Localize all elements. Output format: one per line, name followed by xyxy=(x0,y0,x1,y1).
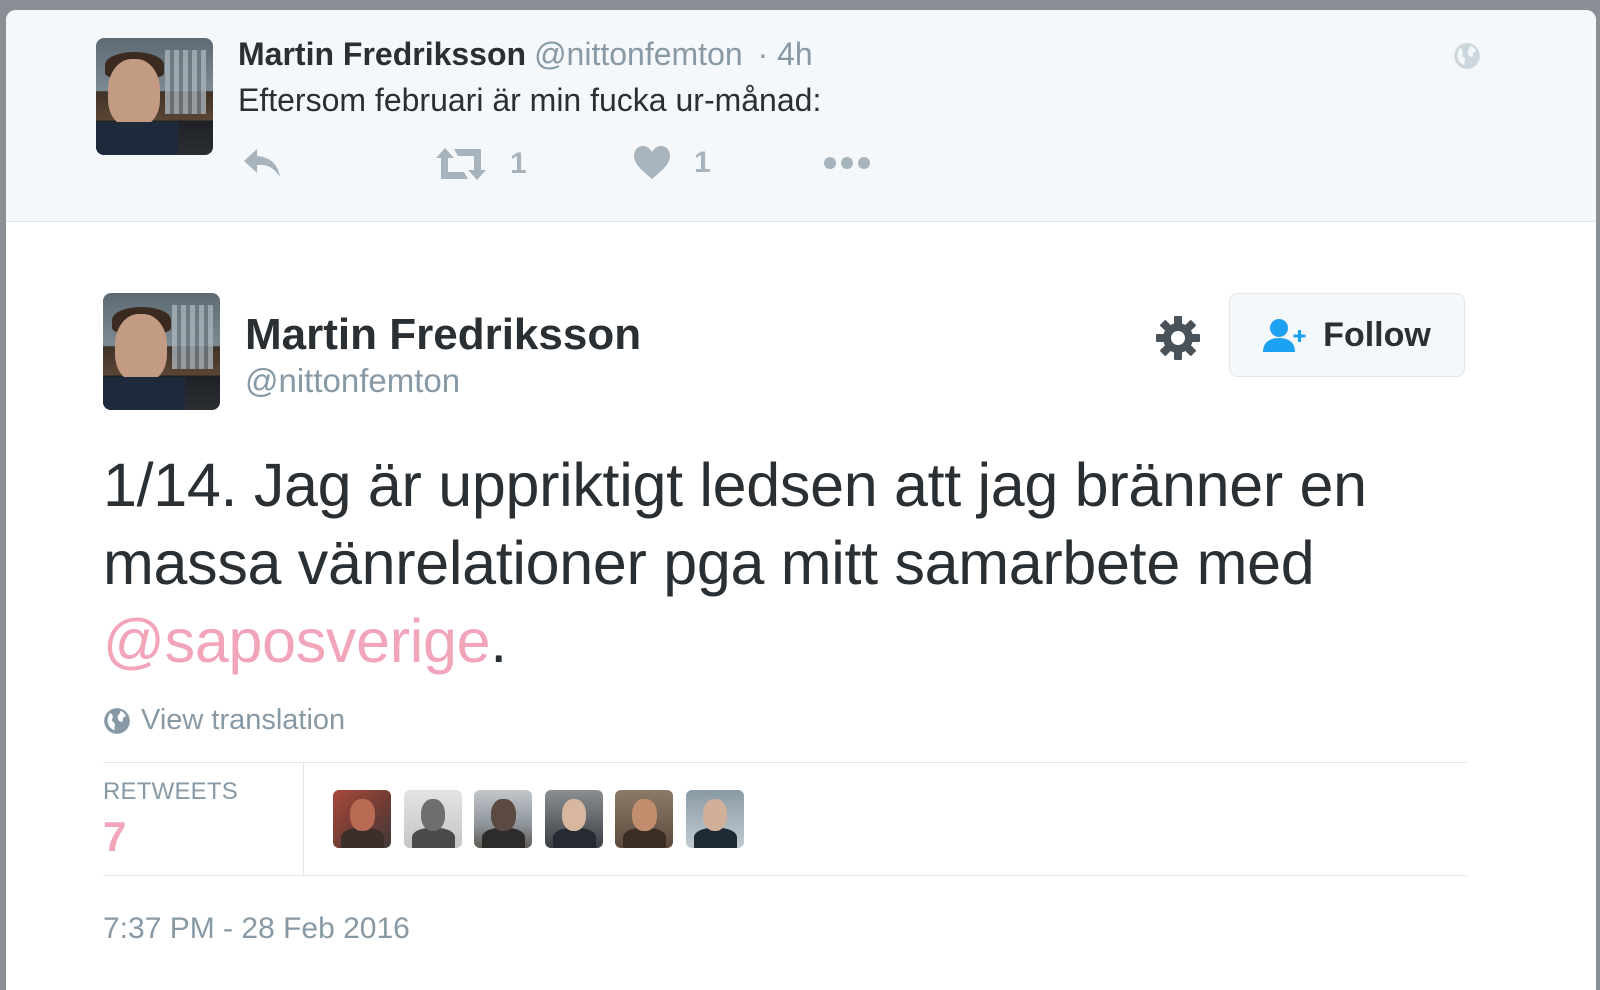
author-name[interactable]: Martin Fredriksson xyxy=(245,310,641,360)
previous-tweet-text: Eftersom februari är min fucka ur-månad: xyxy=(238,82,822,118)
retweeter-avatar[interactable] xyxy=(333,790,391,848)
globe-icon xyxy=(1454,43,1480,69)
retweet-icon xyxy=(436,148,486,180)
tweet-punctuation: . xyxy=(490,607,507,675)
globe-icon xyxy=(104,707,130,734)
tweet-text: 1/14. Jag är uppriktigt ledsen att jag b… xyxy=(103,446,1483,680)
follow-button[interactable]: Follow xyxy=(1229,293,1465,377)
more-button[interactable] xyxy=(823,156,871,170)
add-user-icon xyxy=(1263,319,1306,352)
reply-button[interactable] xyxy=(242,146,282,180)
tweet-window: Martin Fredriksson @nittonfemton · 4h Eft… xyxy=(6,10,1596,990)
author-handle[interactable]: @nittonfemton xyxy=(245,362,460,400)
like-count: 1 xyxy=(694,146,711,179)
view-translation-link[interactable]: View translation xyxy=(103,704,345,737)
more-dots-icon xyxy=(824,157,870,169)
view-translation-label: View translation xyxy=(141,704,346,736)
author-handle[interactable]: @nittonfemton xyxy=(534,36,743,72)
retweeter-avatar[interactable] xyxy=(403,790,462,848)
retweeter-avatar[interactable] xyxy=(544,790,603,848)
retweet-button[interactable]: 1 xyxy=(436,146,527,182)
retweeter-avatar[interactable] xyxy=(615,790,673,848)
author-name[interactable]: Martin Fredriksson xyxy=(238,36,526,72)
retweets-label: RETWEETS xyxy=(103,778,238,805)
retweeter-avatar[interactable] xyxy=(474,790,532,848)
tweet-body: 1/14. Jag är uppriktigt ledsen att jag b… xyxy=(103,451,1367,597)
tweet-stats: RETWEETS 7 xyxy=(103,762,1467,876)
retweeter-avatars xyxy=(333,790,756,848)
retweets-stat[interactable]: RETWEETS 7 xyxy=(103,763,304,875)
avatar[interactable] xyxy=(103,293,220,410)
avatar[interactable] xyxy=(96,38,213,155)
retweet-count: 1 xyxy=(510,147,527,180)
tweet-timestamp[interactable]: 7:37 PM - 28 Feb 2016 xyxy=(103,912,410,946)
previous-tweet-header: Martin Fredriksson @nittonfemton · 4h xyxy=(238,36,813,73)
follow-label: Follow xyxy=(1323,315,1431,354)
retweeter-avatar[interactable] xyxy=(685,790,744,848)
mention-link[interactable]: @saposverige xyxy=(103,607,491,675)
tweet-time[interactable]: · 4h xyxy=(758,36,813,72)
retweets-count: 7 xyxy=(103,813,127,860)
heart-icon xyxy=(634,146,670,179)
gear-icon[interactable] xyxy=(1154,314,1202,362)
reply-icon xyxy=(244,149,280,177)
like-button[interactable]: 1 xyxy=(634,146,711,180)
previous-tweet[interactable]: Martin Fredriksson @nittonfemton · 4h Eft… xyxy=(6,10,1596,222)
